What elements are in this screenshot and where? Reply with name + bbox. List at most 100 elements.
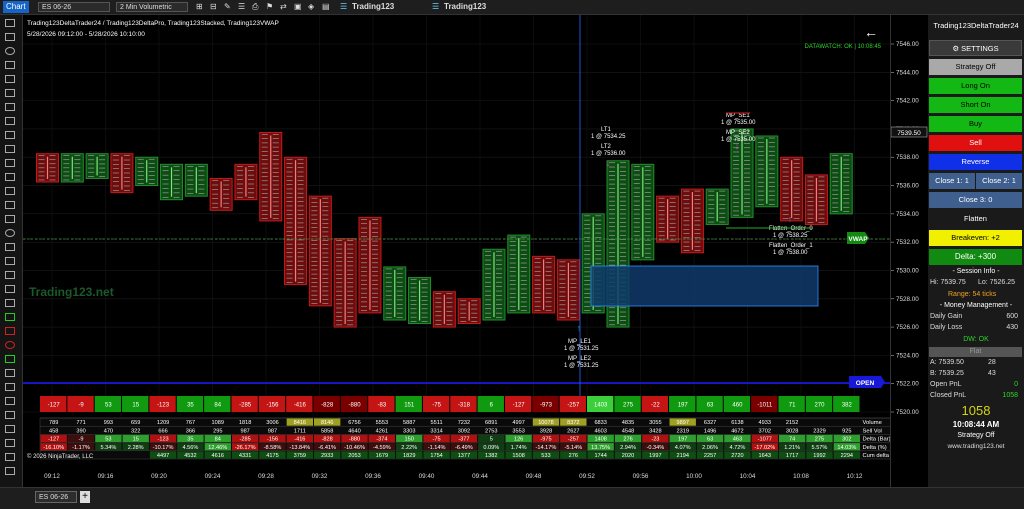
indicators-icon[interactable]: ⊟ [210,1,217,13]
timeframe-selector[interactable]: 2 Min Volumetric [116,2,188,12]
table-cell: -23 [651,437,659,443]
close1-button[interactable]: Close 1: 1 [929,173,975,189]
tab-es-06-26[interactable]: ES 06-26 [35,491,77,503]
daily-gain-value: 600 [1006,313,1018,320]
reverse-button[interactable]: Reverse [929,154,1022,170]
channel-icon[interactable] [5,117,15,125]
ruler-icon[interactable] [5,397,15,405]
table-cell: 987 [240,428,249,434]
sell-button[interactable]: Sell [929,135,1022,151]
price-axis[interactable]: 7546.007544.007542.007540.007538.007536.… [890,15,929,487]
settings-button[interactable]: ⚙ SETTINGS [929,40,1022,56]
table-cell: -10.17% [153,445,174,451]
properties-icon[interactable]: ☰ [238,1,245,13]
table-cell: 925 [842,428,851,434]
dot-marker-icon[interactable] [5,341,15,349]
table-cell: -0.34% [647,445,665,451]
andrews-pitchfork-icon[interactable] [5,187,15,195]
fibonacci-icon[interactable] [5,131,15,139]
table-row-label: Delta (%) [863,445,887,451]
delta-strip-value: -156 [266,403,279,409]
flatten-button[interactable]: Flatten [929,211,1022,227]
drawing-tools-icon[interactable]: ✎ [224,1,231,13]
table-cell: 3702 [759,428,771,434]
open-pnl-label: Open PnL [930,381,962,388]
annotation-flatten0: Flatten_Order_0 [769,226,813,232]
triangle-marker-icon[interactable] [5,383,15,391]
zoom-icon[interactable] [5,47,15,55]
fib-time-icon[interactable] [5,159,15,167]
ellipse-icon[interactable] [5,229,15,237]
data-box-icon[interactable]: ▣ [294,1,302,13]
lock-icon[interactable] [5,453,15,461]
watermark: Trading123.net [29,285,114,299]
time-cycle-icon[interactable] [5,439,15,447]
website-link[interactable]: www.trading123.net [928,443,1024,450]
text-tool-icon[interactable] [5,285,15,293]
annotation-mp-se1: MP_SE1 [726,113,750,119]
arc-icon[interactable] [5,271,15,279]
triangle-icon[interactable] [5,243,15,251]
long-on-button[interactable]: Long On [929,78,1022,94]
arrow-up-icon[interactable] [5,299,15,307]
alerts-icon[interactable]: ⚑ [266,1,273,13]
table-cell: 2720 [731,453,743,459]
chart-trader-icon[interactable]: ⇄ [280,1,287,13]
chart-label[interactable]: Chart [3,1,29,13]
buy-button[interactable]: Buy [929,116,1022,132]
close3-button[interactable]: Close 3: 0 [929,192,1022,208]
strategy-off-button[interactable]: Strategy Off [929,59,1022,75]
rectangle-icon[interactable] [5,215,15,223]
daily-gain-label: Daily Gain [930,313,963,320]
table-cell: 126 [514,437,523,443]
ray-tool-icon[interactable] [5,75,15,83]
print-icon[interactable]: ⎙ [252,1,258,13]
delta-strip-value: 63 [707,403,714,409]
gann-fan-icon[interactable] [5,173,15,181]
brand-link-2[interactable]: Trading123 [444,1,486,13]
crosshair-icon[interactable] [5,33,15,41]
annotation-mp-se1-fill: 1 @ 7535.00 [721,120,756,126]
square-marker-icon[interactable] [5,369,15,377]
table-cell: 84 [215,437,221,443]
horizontal-line-icon[interactable] [5,89,15,97]
table-cell: 2933 [321,453,333,459]
back-arrow-icon[interactable]: ← [864,24,878,40]
table-cell: 6138 [731,420,743,426]
breakeven-button[interactable]: Breakeven: +2 [929,230,1022,246]
table-cell: 3028 [786,428,798,434]
regression-icon[interactable] [5,201,15,209]
table-cell: -4.59% [373,445,391,451]
fib-extension-icon[interactable] [5,145,15,153]
chart-plot[interactable]: ↓ ↓ ↑ ↑ -127 -9 53 15 -123 35 84 -285 -156 -416 -828-… [23,15,890,487]
diamond-marker-icon[interactable] [5,355,15,363]
table-cell: 4.72% [729,445,745,451]
table-cell: 458 [49,428,58,434]
table-cell: -1.14% [428,445,446,451]
region-icon[interactable] [5,425,15,433]
polygon-icon[interactable] [5,257,15,265]
short-on-button[interactable]: Short On [929,97,1022,113]
delta-button[interactable]: Delta: +300 [929,249,1022,265]
table-cell: -6.41% [318,445,336,451]
table-cell: 4261 [376,428,388,434]
risk-reward-icon[interactable] [5,411,15,419]
add-tab-button[interactable]: + [80,491,90,503]
layout-icon[interactable]: ⊞ [196,1,203,13]
x-tick-label: 10:12 [847,473,863,480]
pointer-icon[interactable] [5,19,15,27]
vertical-line-icon[interactable] [5,103,15,111]
arrow-down-marker-icon[interactable] [5,327,15,335]
table-cell: 275 [815,437,824,443]
brand-link-1[interactable]: Trading123 [352,1,394,13]
template-icon[interactable]: ▤ [322,1,330,13]
arrow-up-marker-icon[interactable] [5,313,15,321]
x-tick-label: 09:20 [151,473,167,480]
trash-icon[interactable] [5,467,15,475]
close2-button[interactable]: Close 2: 1 [976,173,1022,189]
instrument-selector[interactable]: ES 06-26 [38,2,110,12]
session-range: Range: 54 ticks [948,291,997,298]
annotation-mp-le1-fill: 1 @ 7531.25 [564,346,599,352]
line-tool-icon[interactable] [5,61,15,69]
strategies-icon[interactable]: ◈ [308,1,314,13]
